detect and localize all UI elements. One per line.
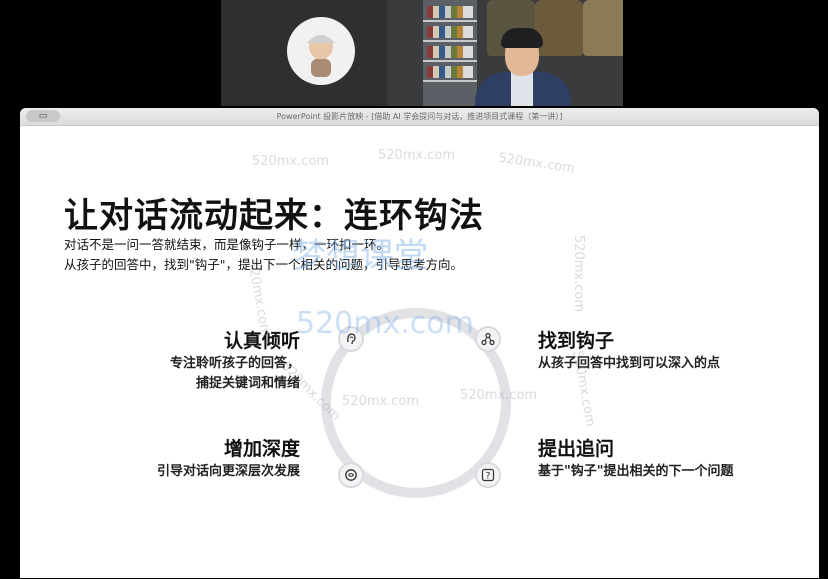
bookshelf: [423, 0, 477, 106]
hanging-jacket: [583, 0, 623, 56]
hanging-jacket: [535, 0, 583, 56]
watermark: 520mx.com: [460, 388, 538, 403]
window-title: PowerPoint 投影片放映 - [借助 AI 学会提问与对话，推进项目式课…: [276, 112, 563, 121]
video-strip: [0, 0, 828, 106]
quadrant-title-hook: 找到钩子: [538, 330, 615, 352]
question-icon: ?: [475, 462, 501, 488]
person-shirt: [511, 72, 533, 106]
watermark: 520mx.com: [378, 148, 456, 163]
person-hair: [501, 28, 543, 48]
participant-tile-camera[interactable]: [387, 0, 623, 106]
link-icon: [475, 326, 501, 352]
watermark: 520mx.com: [497, 150, 576, 177]
quadrant-desc-hook: 从孩子回答中找到可以深入的点: [538, 356, 721, 371]
quadrant-desc-followup: 基于"钩子"提出相关的下一个问题: [538, 464, 734, 479]
svg-text:?: ?: [486, 472, 491, 482]
quadrant-title-depth: 增加深度: [223, 438, 300, 460]
quadrant-desc-listen: 捕捉关键词和情绪: [195, 376, 300, 391]
watermark: 520mx.com: [342, 394, 420, 409]
avatar-figure-icon: [307, 35, 335, 77]
quadrant-title-followup: 提出追问: [538, 438, 615, 460]
avatar: [287, 17, 355, 85]
watermark-brand: 梦想课堂: [292, 236, 428, 276]
window-titlebar[interactable]: ▭ PowerPoint 投影片放映 - [借助 AI 学会提问与对话，推进项目…: [20, 108, 819, 126]
watermark: 520mx.com: [571, 234, 587, 313]
slide: 让对话流动起来：连环钩法 对话不是一问一答就结束，而是像钩子一样，一环扣一环。 …: [20, 126, 819, 578]
watermark-brand-url: 520mx.com: [296, 306, 474, 341]
quadrant-desc-depth: 引导对话向更深层次发展: [156, 464, 300, 479]
watermark: 520mx.com: [252, 154, 330, 169]
powerpoint-window: ▭ PowerPoint 投影片放映 - [借助 AI 学会提问与对话，推进项目…: [20, 108, 819, 578]
brain-icon: [338, 462, 364, 488]
